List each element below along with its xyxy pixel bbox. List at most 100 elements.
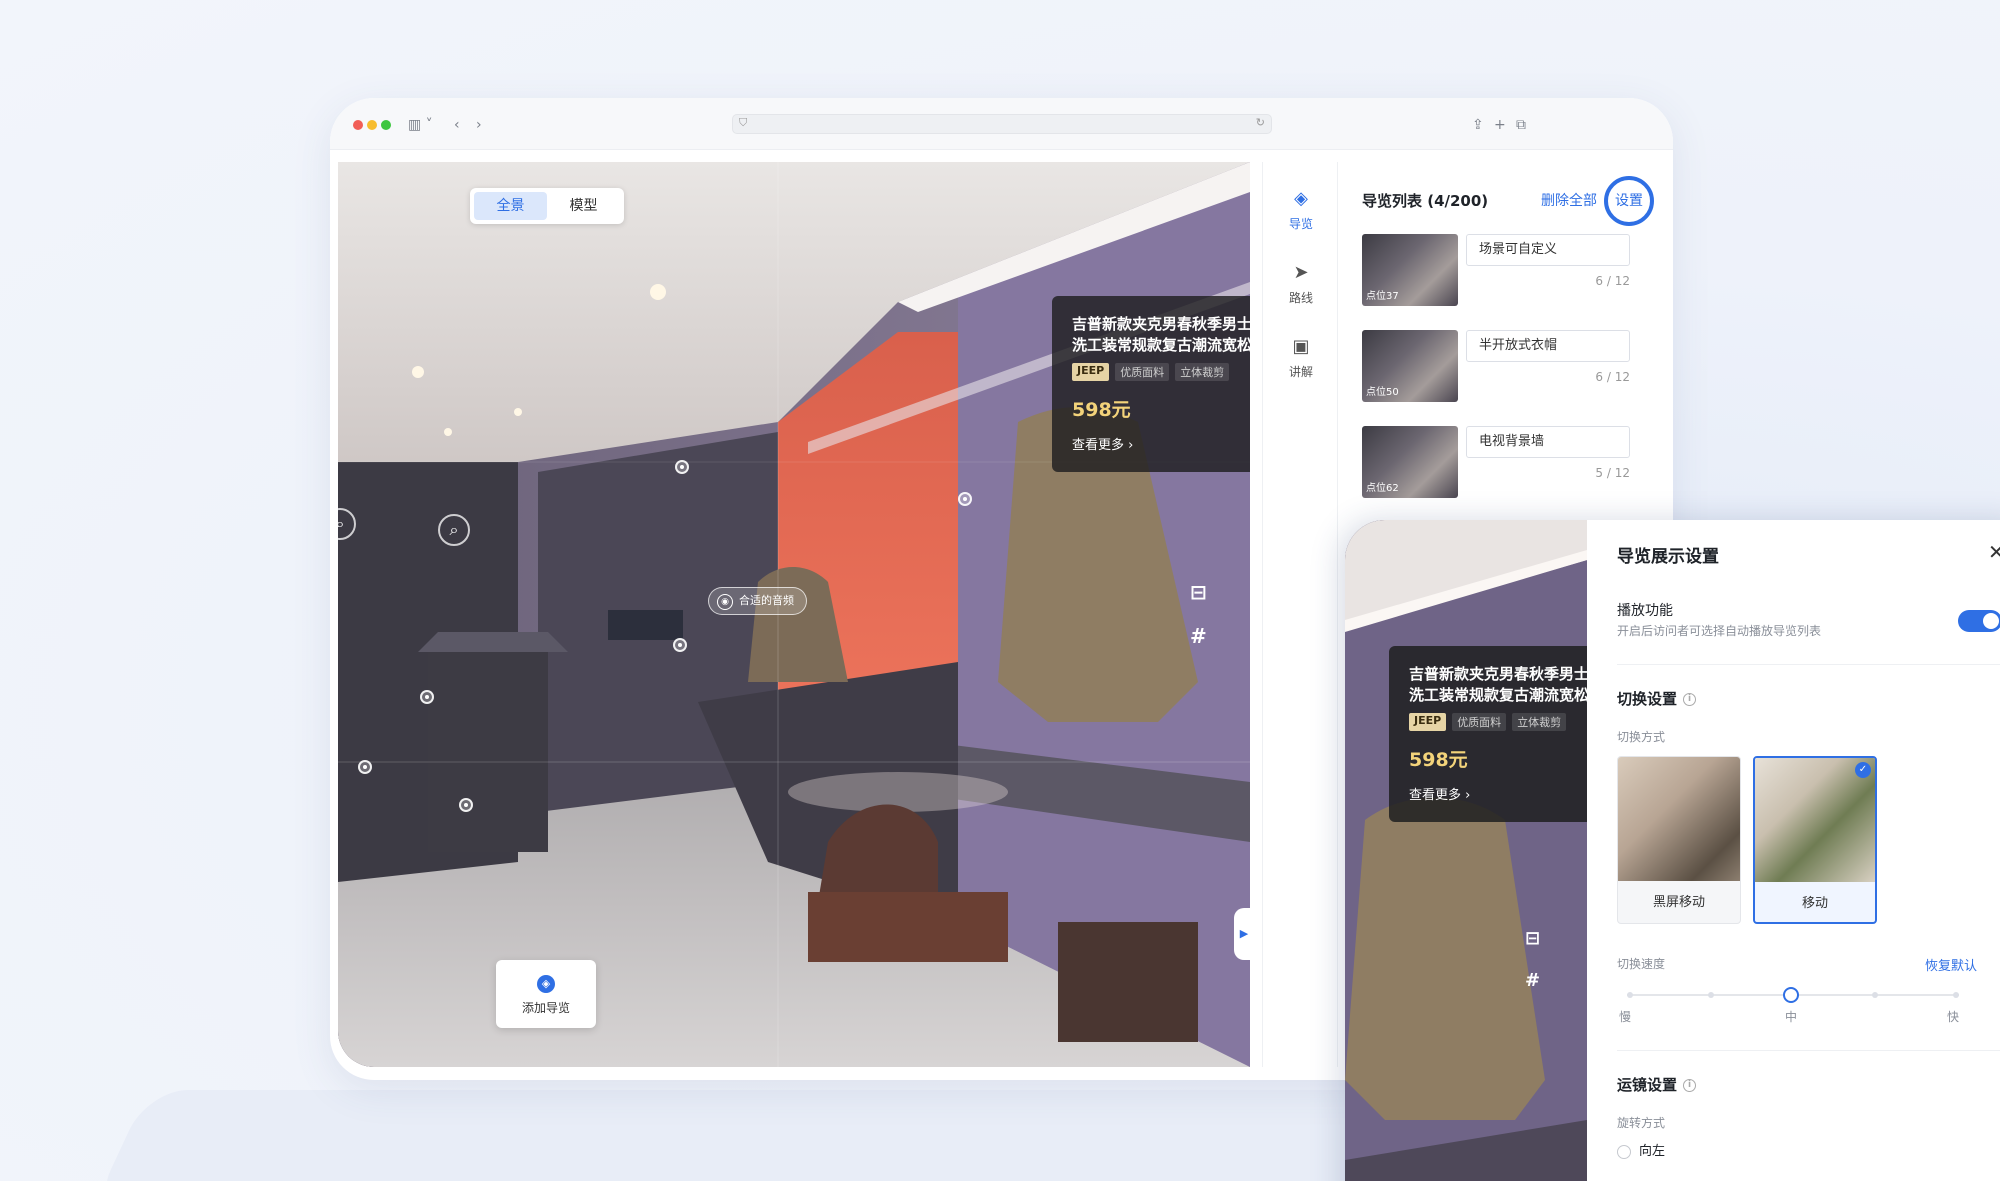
play-arrow-icon: ▶ bbox=[1239, 927, 1249, 940]
tool-rail: ◈ 导览 ➤ 路线 ▣ 讲解 bbox=[1262, 162, 1338, 1067]
add-tour-label: 添加导览 bbox=[521, 1001, 570, 1015]
thumbnail-point-label: 点位37 bbox=[1366, 291, 1399, 302]
info-icon[interactable]: i bbox=[1683, 693, 1697, 706]
restore-default-button[interactable]: 恢复默认 bbox=[1925, 955, 1977, 974]
add-tour-button[interactable]: ◈ 添加导览 bbox=[496, 960, 596, 1028]
char-count: 5 / 12 bbox=[1595, 466, 1630, 480]
browser-titlebar: ▥ ˅ ‹ › ⛉ ↻ ⇪ + ⧉ bbox=[330, 98, 1673, 150]
scene-thumbnail[interactable]: 点位37 bbox=[1362, 234, 1458, 306]
audio-icon: ◉ bbox=[717, 594, 733, 610]
rotate-mode-label: 旋转方式 bbox=[1617, 1116, 1666, 1130]
grid-tool-icon: # bbox=[1525, 970, 1541, 991]
delete-all-button[interactable]: 删除全部 bbox=[1541, 190, 1597, 210]
collapse-panel-tab[interactable]: ▶ bbox=[1234, 908, 1250, 960]
mode-preview-image bbox=[1755, 758, 1875, 882]
hotspot[interactable] bbox=[420, 690, 434, 704]
settings-preview-image: 吉普新款夹克男春秋季男士 洗工装常规款复古潮流宽松 JEEP 优质面料 立体裁剪… bbox=[1345, 520, 1587, 1181]
rail-item-route[interactable]: ➤ 路线 bbox=[1263, 262, 1339, 306]
mode-option-move[interactable]: 移动 ✓ bbox=[1753, 756, 1877, 924]
radio-icon[interactable] bbox=[1617, 1144, 1631, 1159]
hotspot[interactable] bbox=[675, 460, 689, 474]
view-more-link: 查看更多 › bbox=[1409, 788, 1471, 803]
product-price: 598元 bbox=[1072, 399, 1131, 421]
video-icon: ▣ bbox=[1292, 336, 1310, 357]
info-icon[interactable]: i bbox=[1683, 1079, 1697, 1092]
settings-button[interactable]: 设置 bbox=[1604, 176, 1654, 226]
sidebar-icon[interactable]: ▥ ˅ bbox=[408, 112, 433, 138]
mode-label: 黑屏移动 bbox=[1652, 895, 1705, 910]
audio-label: 合适的音频 bbox=[739, 594, 794, 607]
product-tags: JEEP 优质面料 立体裁剪 bbox=[1072, 363, 1242, 381]
settings-title: 导览展示设置 bbox=[1617, 547, 1719, 567]
rail-item-narration[interactable]: ▣ 讲解 bbox=[1263, 336, 1339, 380]
scene-name-input[interactable]: 场景可自定义 bbox=[1466, 234, 1630, 266]
feature-tag: 优质面料 bbox=[1115, 363, 1170, 381]
rail-item-tour[interactable]: ◈ 导览 bbox=[1263, 188, 1339, 232]
tour-display-settings-panel: 吉普新款夹克男春秋季男士 洗工装常规款复古潮流宽松 JEEP 优质面料 立体裁剪… bbox=[1345, 520, 2000, 1181]
compass-icon: ◈ bbox=[1294, 188, 1308, 209]
panorama-viewport[interactable]: 全景 模型 吉普新款夹克男春秋季男士 洗工装常规款复古潮流宽松 JEEP 优质面… bbox=[338, 162, 1250, 1067]
mode-label: 移动 bbox=[1801, 896, 1828, 911]
forward-icon[interactable]: › bbox=[476, 112, 482, 138]
char-count: 6 / 12 bbox=[1595, 370, 1630, 384]
address-bar[interactable]: ⛉ ↻ bbox=[732, 114, 1272, 134]
minimize-window-dot[interactable] bbox=[367, 120, 377, 130]
speed-slider-thumb[interactable] bbox=[1783, 987, 1799, 1003]
list-item[interactable]: 点位37 场景可自定义 6 / 12 bbox=[1362, 234, 1642, 308]
close-icon[interactable]: ✕ bbox=[1988, 540, 2000, 564]
speed-slow-label: 慢 bbox=[1619, 1010, 1632, 1024]
scene-thumbnail[interactable]: 点位62 bbox=[1362, 426, 1458, 498]
brand-tag: JEEP bbox=[1409, 713, 1447, 731]
scene-name-input[interactable]: 电视背景墙 bbox=[1466, 426, 1630, 458]
tab-panorama[interactable]: 全景 bbox=[474, 192, 547, 220]
switch-mode-label: 切换方式 bbox=[1617, 730, 1666, 744]
feature-tag: 立体裁剪 bbox=[1512, 713, 1567, 731]
camera-settings-label: 运镜设置 bbox=[1617, 1076, 1678, 1094]
speed-label: 切换速度 bbox=[1617, 957, 1666, 971]
slider-tick bbox=[1708, 992, 1714, 998]
audio-hotspot[interactable]: ◉ 合适的音频 bbox=[708, 587, 807, 615]
speed-mid-label: 中 bbox=[1785, 1010, 1798, 1024]
play-function-desc: 开启后访问者可选择自动播放导览列表 bbox=[1617, 624, 1822, 638]
play-function-toggle[interactable] bbox=[1958, 610, 2000, 632]
maximize-window-dot[interactable] bbox=[381, 120, 391, 130]
hotspot[interactable] bbox=[459, 798, 473, 812]
scene-thumbnail[interactable]: 点位50 bbox=[1362, 330, 1458, 402]
product-title-line1: 吉普新款夹克男春秋季男士 bbox=[1072, 315, 1250, 333]
hotspot[interactable] bbox=[673, 638, 687, 652]
tabs-overview-icon[interactable]: ⧉ bbox=[1516, 112, 1526, 138]
rotate-left-option[interactable]: 向左 bbox=[1617, 1140, 1665, 1159]
send-icon: ➤ bbox=[1293, 262, 1309, 283]
hotspot[interactable] bbox=[358, 760, 372, 774]
magnifier-icon[interactable]: ⌕ bbox=[438, 514, 470, 546]
speed-fast-label: 快 bbox=[1947, 1010, 1960, 1024]
check-icon: ✓ bbox=[1855, 762, 1871, 778]
list-item[interactable]: 点位50 半开放式衣帽 6 / 12 bbox=[1362, 330, 1642, 404]
view-more-link[interactable]: 查看更多 › bbox=[1072, 434, 1242, 453]
product-price: 598元 bbox=[1409, 749, 1468, 771]
product-card[interactable]: 吉普新款夹克男春秋季男士 洗工装常规款复古潮流宽松 JEEP 优质面料 立体裁剪… bbox=[1052, 296, 1250, 472]
product-title-line2: 洗工装常规款复古潮流宽松 bbox=[1072, 336, 1250, 354]
align-tool-icon[interactable]: ⊟ bbox=[1190, 580, 1207, 604]
list-item[interactable]: 点位62 电视背景墙 5 / 12 bbox=[1362, 426, 1642, 500]
close-window-dot[interactable] bbox=[353, 120, 363, 130]
camera-settings-title: 运镜设置 i bbox=[1617, 1074, 1697, 1095]
tab-model[interactable]: 模型 bbox=[547, 192, 620, 220]
speed-slider[interactable] bbox=[1627, 987, 1959, 1003]
back-icon[interactable]: ‹ bbox=[454, 112, 460, 138]
align-tool-icon: ⊟ bbox=[1525, 928, 1541, 949]
feature-tag: 优质面料 bbox=[1452, 713, 1507, 731]
product-card-preview: 吉普新款夹克男春秋季男士 洗工装常规款复古潮流宽松 JEEP 优质面料 立体裁剪… bbox=[1389, 646, 1587, 822]
mode-option-blackscreen[interactable]: 黑屏移动 bbox=[1617, 756, 1741, 924]
tour-list-title: 导览列表 (4/200) bbox=[1362, 192, 1489, 210]
product-tags: JEEP 优质面料 立体裁剪 bbox=[1409, 713, 1579, 731]
share-icon[interactable]: ⇪ bbox=[1472, 112, 1484, 138]
settings-body: 导览展示设置 ✕ 播放功能 开启后访问者可选择自动播放导览列表 切换设置 i 切换… bbox=[1595, 520, 2000, 1181]
reload-icon[interactable]: ↻ bbox=[1256, 116, 1265, 129]
hotspot[interactable] bbox=[958, 492, 972, 506]
rail-item-label: 讲解 bbox=[1288, 365, 1313, 379]
play-function-label: 播放功能 bbox=[1617, 603, 1673, 619]
grid-tool-icon[interactable]: # bbox=[1190, 624, 1207, 648]
scene-name-input[interactable]: 半开放式衣帽 bbox=[1466, 330, 1630, 362]
new-tab-icon[interactable]: + bbox=[1494, 112, 1506, 138]
